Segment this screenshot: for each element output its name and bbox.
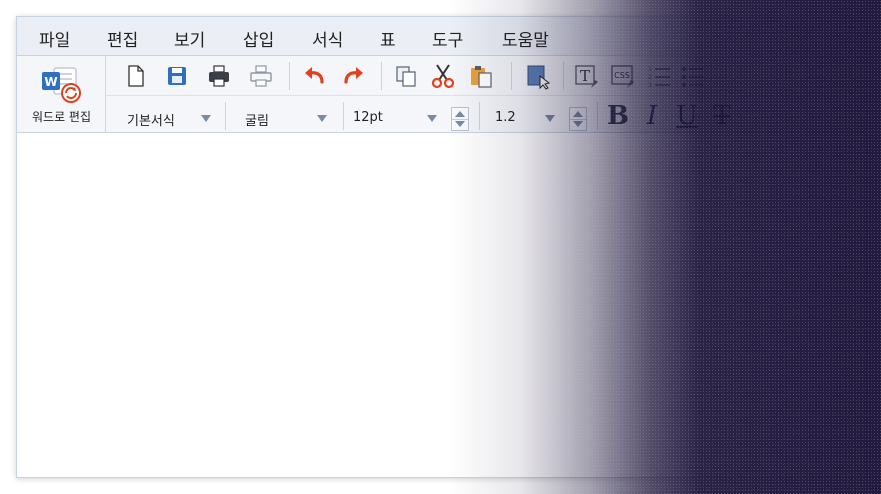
print-preview-button[interactable]	[247, 62, 275, 90]
toolbar-separator	[479, 102, 480, 130]
menu-edit[interactable]: 편집	[107, 26, 138, 51]
bold-button[interactable]: B	[605, 101, 631, 131]
redo-button[interactable]	[339, 62, 367, 90]
copy-icon	[396, 66, 416, 87]
chevron-down-icon	[545, 115, 555, 122]
font-name-value: 굴림	[245, 114, 269, 129]
stepper-down-icon[interactable]	[573, 121, 583, 127]
menu-view[interactable]: 보기	[174, 26, 205, 51]
print-preview-icon	[250, 65, 272, 87]
stepper-down-icon[interactable]	[455, 121, 465, 127]
bullet-list-button[interactable]	[679, 62, 707, 90]
insert-textbox-button[interactable]: T	[573, 62, 601, 90]
font-size-select[interactable]: 12pt	[353, 107, 453, 129]
menu-help[interactable]: 도움말	[502, 26, 549, 51]
svg-text:1: 1	[648, 66, 652, 73]
toolbar-separator	[381, 62, 382, 90]
paragraph-style-select[interactable]: 기본서식	[127, 107, 237, 129]
undo-button[interactable]	[301, 62, 329, 90]
menu-table[interactable]: 표	[380, 26, 396, 51]
toolbar-separator	[225, 102, 226, 130]
chevron-down-icon	[427, 115, 437, 122]
menu-format[interactable]: 서식	[312, 26, 343, 51]
chevron-down-icon	[317, 115, 327, 122]
css-style-button[interactable]: CSS	[609, 62, 637, 90]
edit-in-word-label: 워드로 편집	[31, 110, 91, 124]
toolbar-row-divider	[106, 95, 865, 96]
chevron-down-icon	[201, 115, 211, 122]
textbox-icon-text: T	[580, 67, 590, 85]
document-editing-area[interactable]	[17, 133, 865, 477]
italic-button[interactable]: I	[639, 101, 665, 131]
menu-tools[interactable]: 도구	[432, 26, 463, 51]
toolbar-separator	[597, 102, 598, 130]
toolbar-separator	[343, 102, 344, 130]
stepper-up-icon[interactable]	[455, 111, 465, 117]
line-spacing-stepper[interactable]	[569, 107, 587, 131]
word-badge-text: W	[44, 75, 57, 89]
textbox-icon: T	[575, 65, 598, 88]
stepper-up-icon[interactable]	[573, 111, 583, 117]
toolbar-separator	[511, 62, 512, 90]
select-object-icon	[527, 65, 551, 90]
line-spacing-select[interactable]: 1.2	[495, 107, 575, 129]
toolbar: W 워드로 편집 T CSS 1 2 3 기본서식 굴림 12pt 1.2 B …	[17, 56, 865, 133]
font-name-select[interactable]: 굴림	[245, 107, 355, 129]
font-size-value: 12pt	[353, 110, 383, 125]
new-document-button[interactable]	[121, 62, 149, 90]
save-button[interactable]	[163, 62, 191, 90]
svg-text:2: 2	[648, 74, 652, 81]
paste-button[interactable]	[467, 62, 495, 90]
css-icon-text: CSS	[614, 71, 630, 80]
cut-button[interactable]	[429, 62, 457, 90]
menu-insert[interactable]: 삽입	[243, 26, 274, 51]
menu-bar: 파일 편집 보기 삽입 서식 표 도구 도움말	[17, 17, 865, 56]
word-convert-icon: W	[42, 67, 81, 103]
numbered-list-icon: 1 2 3	[648, 66, 670, 89]
scissors-icon	[431, 64, 455, 89]
font-size-stepper[interactable]	[451, 107, 469, 131]
print-icon	[209, 65, 229, 87]
undo-icon	[305, 67, 324, 84]
line-spacing-value: 1.2	[495, 110, 516, 125]
select-object-button[interactable]	[523, 62, 551, 90]
toolbar-separator	[289, 62, 290, 90]
strikethrough-button[interactable]: T	[709, 101, 735, 131]
menu-file[interactable]: 파일	[39, 26, 70, 51]
edit-in-word-button[interactable]: W 워드로 편집	[17, 56, 106, 132]
css-icon: CSS	[611, 65, 634, 88]
paragraph-style-value: 기본서식	[127, 114, 175, 129]
toolbar-separator	[563, 62, 564, 90]
new-document-icon	[128, 65, 144, 87]
paste-icon	[471, 66, 492, 88]
redo-icon	[344, 67, 363, 84]
underline-button[interactable]: U	[674, 101, 700, 131]
bullet-list-icon	[682, 67, 704, 87]
print-button[interactable]	[205, 62, 233, 90]
editor-window: 파일 편집 보기 삽입 서식 표 도구 도움말 W 워드로 편집 T CSS 1…	[16, 16, 866, 478]
svg-text:3: 3	[648, 82, 652, 89]
copy-button[interactable]	[392, 62, 420, 90]
numbered-list-button[interactable]: 1 2 3	[645, 62, 673, 90]
save-icon	[168, 67, 186, 85]
